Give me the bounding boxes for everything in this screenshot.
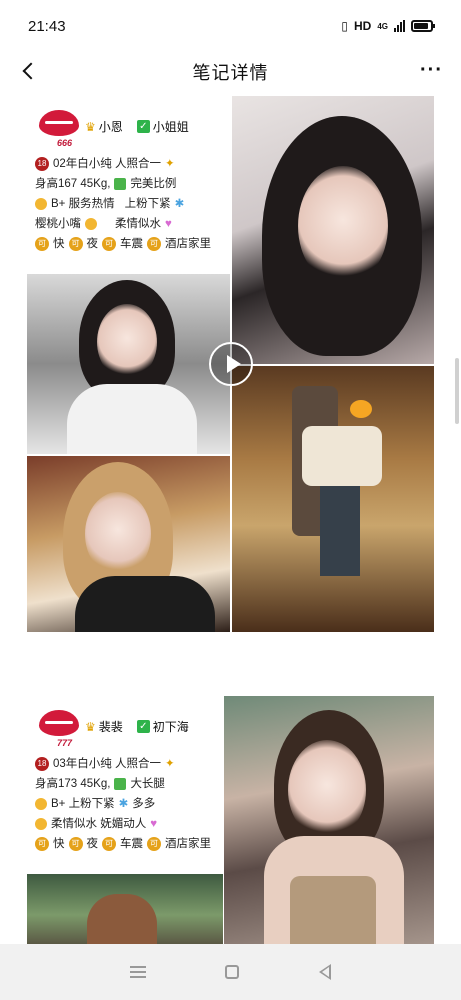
- smiley-icon: [85, 218, 97, 230]
- menu-icon[interactable]: [129, 966, 146, 978]
- info-line-4a: 柔情似水 妩媚动人: [51, 818, 147, 830]
- info-line-4b: 柔情似水: [115, 218, 161, 230]
- crown-icon: ♛: [85, 119, 96, 134]
- service-badge-icon: 可: [102, 837, 116, 851]
- check-icon: ✓: [136, 720, 150, 733]
- lips-icon: [39, 710, 79, 736]
- info-line-3b: 上粉下紧: [124, 198, 171, 210]
- number-tag: 666: [57, 138, 73, 148]
- photo-tile: [27, 274, 230, 454]
- smiley-icon: [35, 818, 47, 830]
- back-icon: [22, 62, 40, 80]
- system-nav-bar: [0, 944, 461, 1000]
- service-4: 酒店家里: [165, 238, 211, 250]
- lips-icon: [39, 110, 79, 136]
- info-line-4a: 樱桃小嘴: [35, 218, 81, 230]
- info-line-2a: 身高167 45Kg,: [35, 178, 111, 190]
- service-4: 酒店家里: [165, 838, 211, 850]
- info-line-2b: 大长腿: [130, 778, 165, 790]
- info-line-2a: 身高173 45Kg,: [35, 778, 111, 790]
- home-icon[interactable]: [225, 965, 240, 979]
- drops-icon: ✱: [174, 198, 185, 210]
- service-badge-icon: 可: [68, 237, 83, 251]
- note-content[interactable]: 666 ♛ 小恩 ✓ 小姐姐 18 02年白小纯 人照合一 ✦ 身高167 45Kg, 完…: [0, 96, 461, 944]
- network-label: 4G: [377, 21, 388, 31]
- collage-image-2[interactable]: 777 ♛ 裴裴 ✓ 初下海 18 03年白小纯 人照合一 ✦ 身高173 45Kg, 大…: [27, 696, 434, 944]
- bear-icon: [35, 198, 47, 210]
- type-tag: 初下海: [152, 720, 189, 734]
- service-1: 快: [53, 238, 65, 250]
- info-lines: 18 03年白小纯 人照合一 ✦ 身高173 45Kg, 大长腿 B+ 上粉下紧 ✱ 多多…: [35, 754, 219, 854]
- name-tag: 裴裴: [98, 720, 123, 734]
- photo-tile: [232, 366, 434, 632]
- nav-bar: 笔记详情 ···: [0, 52, 461, 92]
- service-badge-icon: 可: [147, 837, 161, 851]
- photo-tile: [27, 874, 223, 944]
- info-line-1: 03年白小纯 人照合一: [53, 758, 161, 770]
- more-button[interactable]: ···: [420, 60, 443, 80]
- info-line-2b: 完美比例: [130, 178, 177, 190]
- heart-icon: ♥: [165, 218, 172, 230]
- age-badge-icon: 18: [35, 157, 49, 171]
- page-title: 笔记详情: [192, 63, 269, 83]
- service-badge-icon: 可: [147, 237, 161, 251]
- status-time: 21:43: [28, 17, 66, 35]
- photo-tile: [224, 696, 434, 944]
- service-3: 车震: [120, 238, 143, 250]
- crown-icon: ♛: [85, 719, 96, 734]
- photo-tile: [27, 456, 230, 632]
- top-tags: ♛ 裴裴 ✓ 初下海: [85, 718, 189, 735]
- back-button[interactable]: [14, 56, 44, 86]
- type-tag: 小姐姐: [152, 120, 189, 134]
- bear-icon: [35, 798, 47, 810]
- green-square-icon: [114, 778, 127, 790]
- party-icon: ✦: [165, 158, 175, 170]
- service-badge-icon: 可: [35, 237, 49, 251]
- info-line-3a: B+ 上粉下紧: [51, 798, 115, 810]
- photo-tile: [232, 96, 434, 364]
- service-2: 夜: [86, 238, 99, 250]
- service-badge-icon: 可: [68, 837, 83, 851]
- drops-icon: ✱: [118, 798, 129, 810]
- status-icons: ▯ HD 4G: [341, 19, 435, 33]
- top-tags: ♛ 小恩 ✓ 小姐姐: [85, 118, 189, 135]
- scrollbar[interactable]: [455, 358, 459, 424]
- party-icon: ✦: [165, 758, 175, 770]
- service-badge-icon: 可: [35, 837, 49, 851]
- hd-label: HD: [353, 19, 372, 33]
- service-badge-icon: 可: [102, 237, 116, 251]
- name-tag: 小恩: [98, 120, 123, 134]
- info-line-3b: 多多: [132, 798, 156, 810]
- service-1: 快: [53, 838, 65, 850]
- collage-image-1[interactable]: 666 ♛ 小恩 ✓ 小姐姐 18 02年白小纯 人照合一 ✦ 身高167 45Kg, 完…: [27, 96, 434, 632]
- info-lines: 18 02年白小纯 人照合一 ✦ 身高167 45Kg, 完美比例 B+ 服务热情 上粉…: [35, 154, 226, 254]
- check-icon: ✓: [136, 120, 150, 133]
- info-card: 777 ♛ 裴裴 ✓ 初下海 18 03年白小纯 人照合一 ✦ 身高173 45Kg, 大…: [27, 696, 223, 872]
- info-line-3a: B+ 服务热情: [51, 198, 115, 210]
- info-card: 666 ♛ 小恩 ✓ 小姐姐 18 02年白小纯 人照合一 ✦ 身高167 45Kg, 完…: [27, 96, 230, 272]
- info-line-1: 02年白小纯 人照合一: [53, 158, 161, 170]
- signal-icon: [394, 20, 405, 32]
- service-2: 夜: [86, 838, 99, 850]
- battery-icon: [411, 20, 435, 32]
- service-3: 车震: [120, 838, 143, 850]
- age-badge-icon: 18: [35, 757, 49, 771]
- play-icon[interactable]: [209, 342, 253, 386]
- status-bar: 21:43 ▯ HD 4G: [0, 0, 461, 52]
- vibrate-icon: ▯: [341, 19, 348, 33]
- number-tag: 777: [57, 738, 73, 748]
- heart-icon: ♥: [150, 818, 158, 830]
- green-square-icon: [114, 178, 127, 190]
- triangle-back-icon[interactable]: [319, 964, 332, 980]
